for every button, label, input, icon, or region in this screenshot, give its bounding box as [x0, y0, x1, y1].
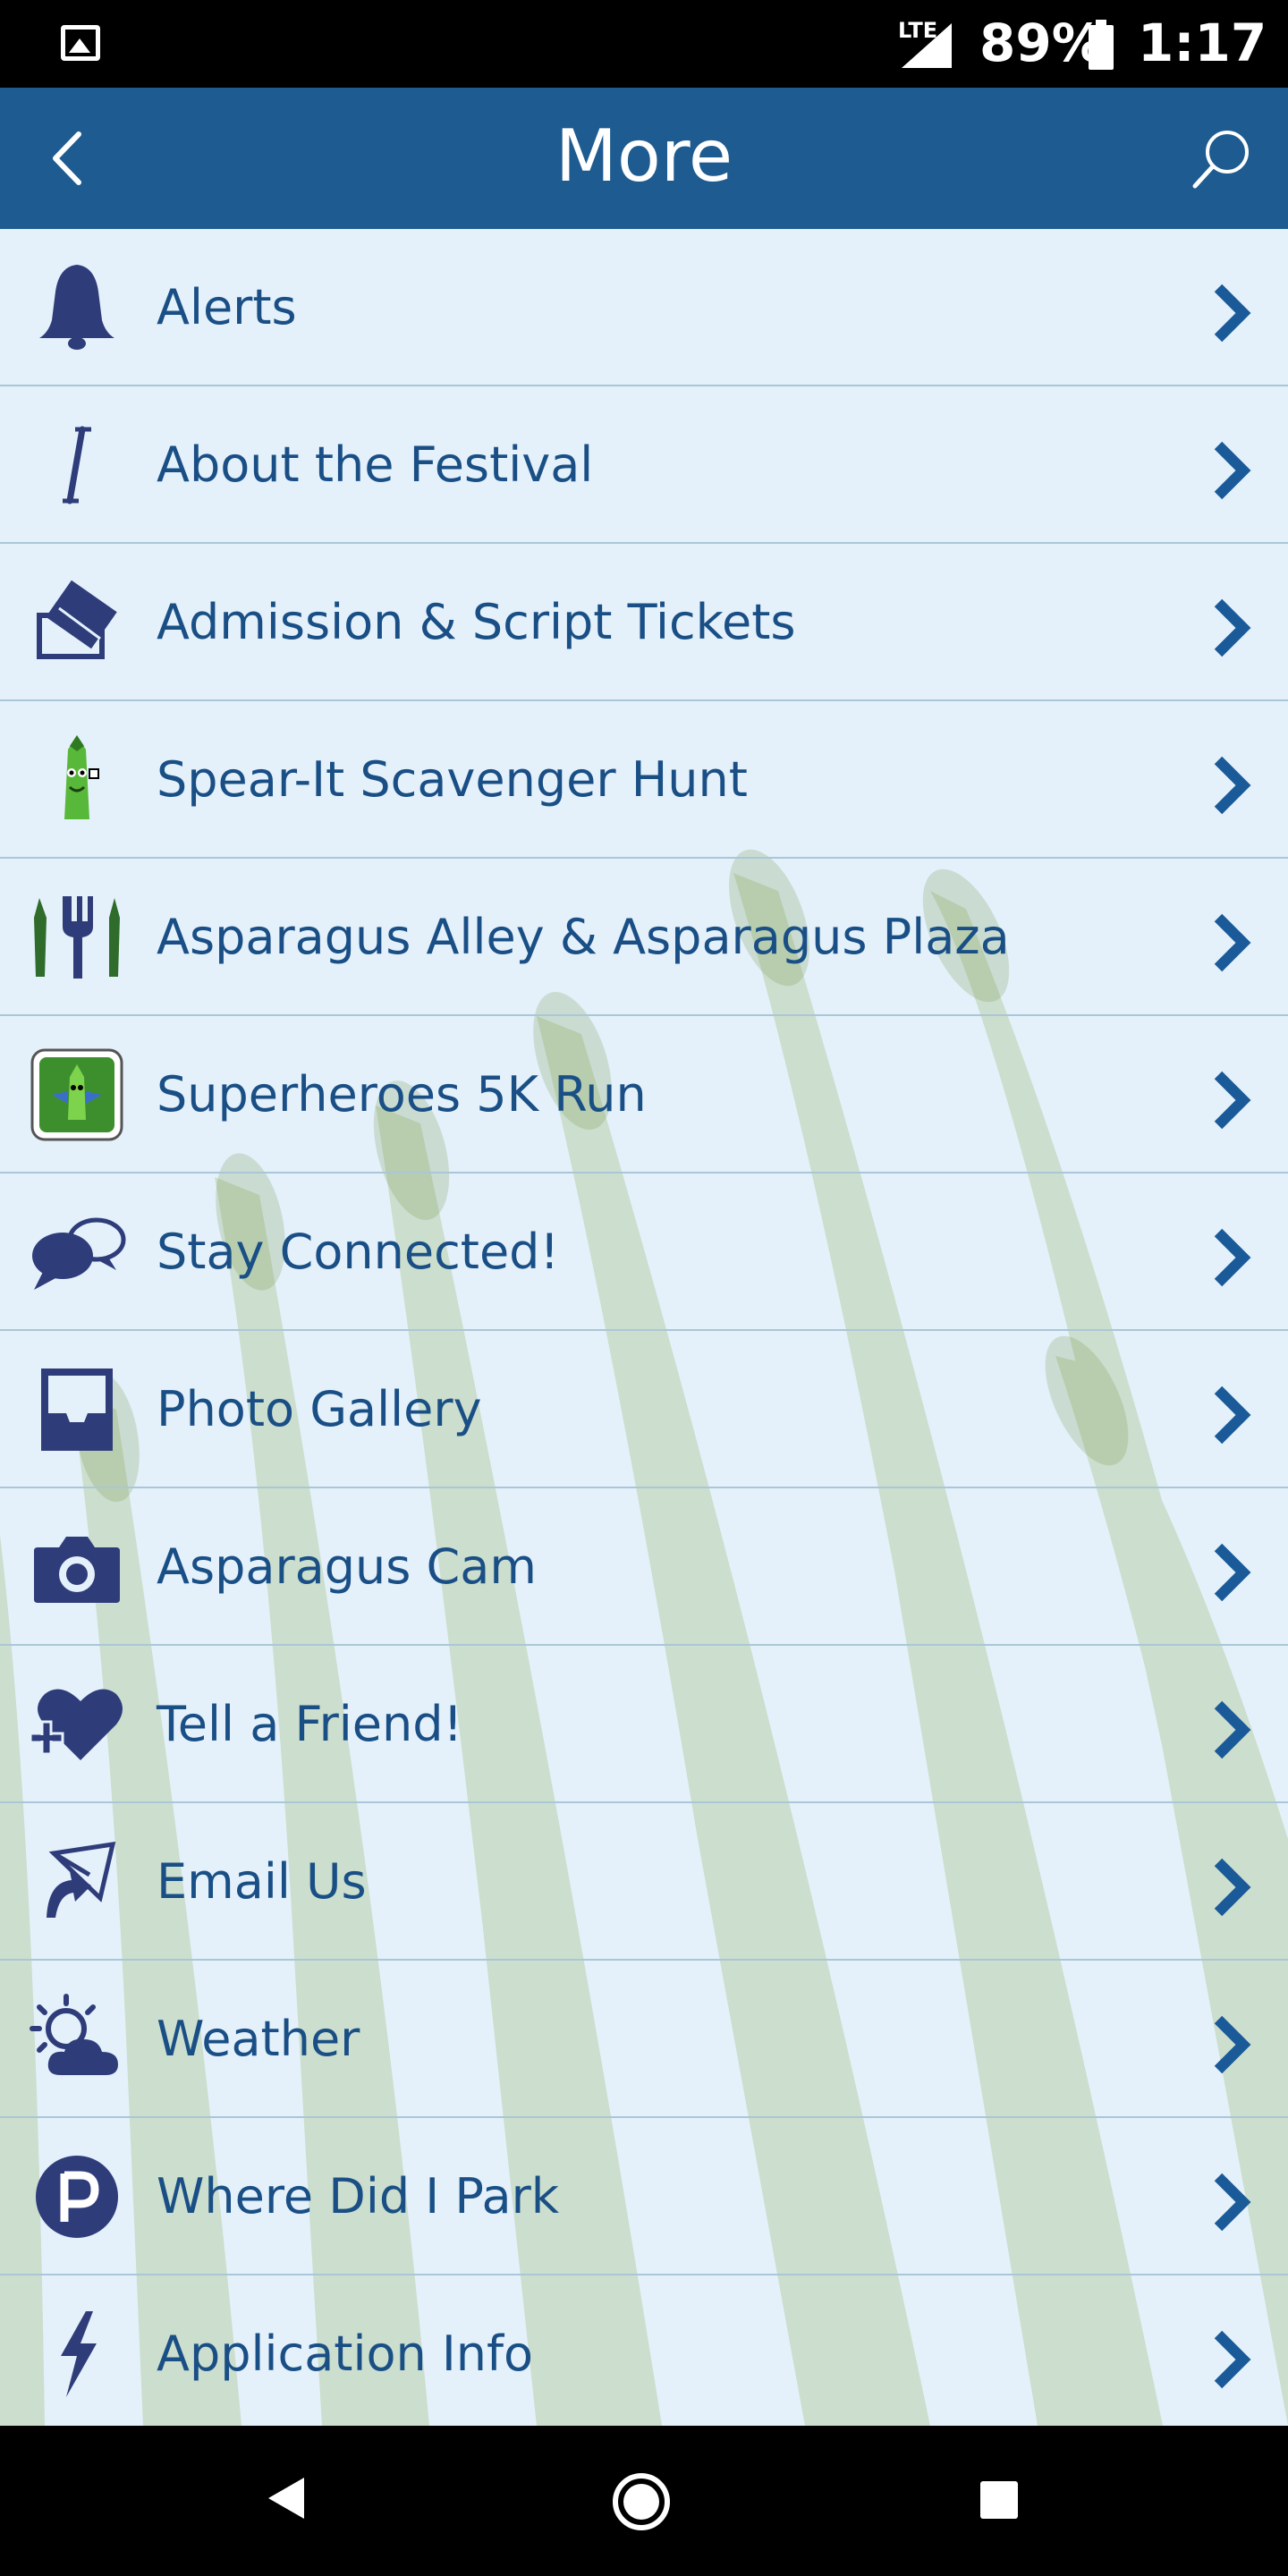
camera-icon [34, 1537, 120, 1603]
menu-item-stay-connected[interactable]: Stay Connected! [0, 1174, 1288, 1331]
menu-item-label: Where Did I Park [157, 2168, 560, 2224]
sun-cloud-icon [30, 1994, 118, 2075]
menu-item-weather[interactable]: Weather [0, 1961, 1288, 2118]
chevron-right-icon [1214, 1858, 1251, 1917]
menu-item-email-us[interactable]: Email Us [0, 1803, 1288, 1961]
chevron-right-icon [1214, 1228, 1251, 1287]
info-i-icon [63, 426, 91, 504]
tickets-icon [37, 580, 117, 659]
nav-home-icon[interactable] [612, 2472, 671, 2531]
menu-item-asparagus-cam[interactable]: Asparagus Cam [0, 1488, 1288, 1646]
menu-item-label: Asparagus Cam [157, 1538, 537, 1595]
menu-item-label: Admission & Script Tickets [157, 594, 796, 650]
chevron-right-icon [1214, 2330, 1251, 2389]
chevron-right-icon [1214, 1543, 1251, 1602]
chat-bubbles-icon [32, 1217, 126, 1290]
heart-plus-icon [29, 1689, 123, 1760]
image-notification-icon [61, 25, 100, 61]
app-header: More [0, 88, 1288, 229]
clock: 1:17 [1138, 13, 1267, 73]
more-menu-content[interactable]: Alerts About the Festival Admission & Sc… [0, 229, 1288, 2426]
system-navigation-bar [0, 2426, 1288, 2576]
menu-item-alerts[interactable]: Alerts [0, 229, 1288, 386]
chevron-right-icon [1214, 913, 1251, 972]
menu-item-tell-a-friend[interactable]: Tell a Friend! [0, 1646, 1288, 1803]
menu-item-label: Weather [157, 2011, 360, 2067]
email-arrow-icon [47, 1841, 116, 1918]
chevron-right-icon [1214, 2173, 1251, 2232]
menu-item-label: Photo Gallery [157, 1381, 482, 1437]
menu-item-where-did-i-park[interactable]: Where Did I Park [0, 2118, 1288, 2275]
chevron-right-icon [1214, 2015, 1251, 2074]
menu-item-admission-tickets[interactable]: Admission & Script Tickets [0, 544, 1288, 701]
menu-item-label: Tell a Friend! [157, 1696, 463, 1752]
search-icon[interactable] [1190, 127, 1254, 191]
menu-item-superheroes-5k-run[interactable]: Superheroes 5K Run [0, 1016, 1288, 1174]
menu-item-label: Application Info [157, 2326, 534, 2382]
chevron-right-icon [1214, 441, 1251, 500]
parking-icon [36, 2156, 118, 2238]
menu-item-label: Alerts [157, 279, 297, 335]
menu-item-label: Superheroes 5K Run [157, 1066, 647, 1123]
menu-item-label: Stay Connected! [157, 1224, 560, 1280]
nav-recents-icon[interactable] [980, 2481, 1018, 2519]
nav-back-icon[interactable] [267, 2476, 306, 2521]
page-title: More [555, 114, 733, 198]
menu-item-label: About the Festival [157, 436, 594, 493]
chevron-right-icon [1214, 756, 1251, 815]
photo-tray-icon [41, 1368, 113, 1451]
asparagus-mascot-icon [64, 735, 99, 819]
battery-percent: 89% [979, 13, 1104, 73]
menu-item-label: Email Us [157, 1853, 367, 1910]
lightning-icon [61, 2311, 97, 2397]
menu-list: Alerts About the Festival Admission & Sc… [0, 229, 1288, 2426]
status-bar: LTE 89% 1:17 [0, 0, 1288, 88]
chevron-right-icon [1214, 1385, 1251, 1445]
menu-item-label: Asparagus Alley & Asparagus Plaza [157, 909, 1010, 965]
menu-item-asparagus-alley[interactable]: Asparagus Alley & Asparagus Plaza [0, 859, 1288, 1016]
bell-icon [39, 265, 114, 350]
fork-asparagus-icon [34, 896, 120, 979]
chevron-right-icon [1214, 284, 1251, 343]
chevron-right-icon [1214, 598, 1251, 657]
battery-icon [1089, 20, 1114, 70]
chevron-right-icon [1214, 1071, 1251, 1130]
menu-item-label: Spear-It Scavenger Hunt [157, 751, 748, 808]
menu-item-photo-gallery[interactable]: Photo Gallery [0, 1331, 1288, 1488]
superhero-asparagus-icon [30, 1048, 123, 1141]
menu-item-application-info[interactable]: Application Info [0, 2275, 1288, 2426]
signal-icon [902, 23, 952, 68]
menu-item-scavenger-hunt[interactable]: Spear-It Scavenger Hunt [0, 701, 1288, 859]
chevron-right-icon [1214, 1700, 1251, 1759]
menu-item-about-the-festival[interactable]: About the Festival [0, 386, 1288, 544]
